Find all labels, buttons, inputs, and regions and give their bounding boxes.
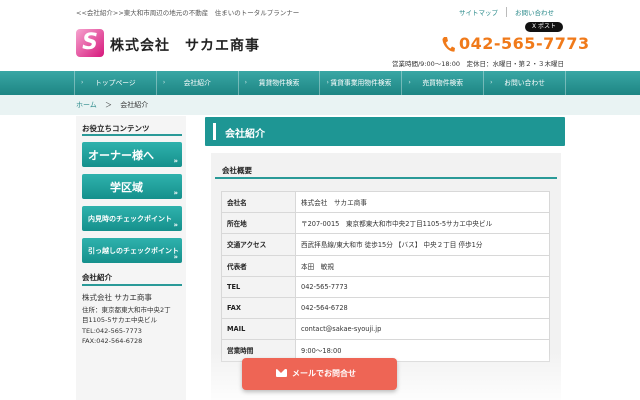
- divider: [215, 177, 557, 179]
- company-name[interactable]: 株式会社 サカエ商事: [110, 35, 260, 55]
- page-title: 会社紹介: [225, 129, 265, 140]
- chevron-right-icon: ›: [162, 79, 166, 86]
- owner-button-label: オーナー様へ: [88, 148, 154, 162]
- row-key: FAX: [221, 296, 296, 320]
- nav-item-contact[interactable]: › お問い合わせ: [483, 71, 566, 95]
- viewing-checkpoint-button-label: 内見時のチェックポイント: [88, 214, 172, 223]
- row-key: 交通アクセス: [221, 233, 296, 256]
- mail-contact-button-label: メールでお問合せ: [292, 369, 356, 378]
- nav-label: 賃貸物件検索: [258, 79, 300, 87]
- nav-label: 会社紹介: [183, 79, 211, 87]
- top-links: サイトマップ お問い合わせ: [451, 7, 562, 17]
- page-heading: 会社紹介: [205, 117, 565, 146]
- global-nav: › トップページ › 会社紹介 › 賃貸物件検索 › 賃貸事業用物件検索 › 売買物件検索…: [0, 71, 640, 95]
- breadcrumb: ホーム ＞ 会社紹介: [76, 100, 148, 110]
- sitemap-link[interactable]: サイトマップ: [451, 7, 506, 17]
- sidebar-tel: TEL:042-565-7773: [82, 326, 142, 335]
- breadcrumb-home[interactable]: ホーム: [76, 101, 97, 109]
- divider: [82, 134, 182, 136]
- nav-label: トップページ: [95, 79, 136, 87]
- double-arrow-icon: »: [173, 189, 178, 197]
- double-arrow-icon: »: [173, 157, 178, 165]
- x-post-button[interactable]: X ポスト: [525, 22, 563, 32]
- double-arrow-icon: »: [173, 221, 178, 229]
- chevron-right-icon: ›: [244, 79, 248, 86]
- chevron-right-icon: ›: [490, 79, 493, 86]
- row-key: 代表者: [221, 254, 296, 277]
- phone-number[interactable]: 042-565-7773: [459, 34, 590, 53]
- nav-item-sale-search[interactable]: › 売買物件検索: [401, 71, 483, 95]
- breadcrumb-separator: ＞: [105, 101, 113, 109]
- divider: [82, 284, 182, 286]
- sidebar-section-title: お役立ちコンテンツ: [82, 124, 150, 133]
- company-info-table: 会社名 株式会社 サカエ商事 所在地 〒207-0015 東京都東大和市中央2丁目1…: [221, 190, 550, 362]
- chevron-right-icon: ›: [81, 79, 84, 86]
- section-title: 会社概要: [222, 166, 252, 175]
- row-value: 本田 敏規: [295, 254, 550, 277]
- table-row: 所在地 〒207-0015 東京都東大和市中央2丁目1105-5サカエ中央ビル: [221, 212, 550, 235]
- sidebar-company-title: 会社紹介: [82, 273, 112, 282]
- row-value: 株式会社 サカエ商事: [295, 190, 550, 214]
- nav-label: 賃貸事業用物件検索: [330, 79, 392, 87]
- row-value: 042-564-6728: [295, 296, 550, 320]
- table-row: 交通アクセス 西武拝島線/東大和市 徒歩15分 【バス】 中央２丁目 停歩1分: [221, 233, 550, 256]
- table-row: FAX 042-564-6728: [221, 296, 550, 320]
- row-value-mail[interactable]: contact@sakae-syouji.jp: [295, 318, 550, 341]
- business-hours: 営業時間/9:00〜18:00 定休日：水曜日・第２・３木曜日: [391, 60, 564, 68]
- moving-checkpoint-button[interactable]: 引っ越しのチェックポイント »: [82, 238, 182, 263]
- nav-item-top[interactable]: › トップページ: [74, 71, 156, 95]
- chevron-right-icon: ›: [326, 79, 329, 86]
- nav-label: お問い合わせ: [504, 79, 545, 87]
- table-row: 会社名 株式会社 サカエ商事: [221, 190, 550, 214]
- table-row: TEL 042-565-7773: [221, 275, 550, 298]
- heading-accent-bar: [213, 123, 216, 140]
- row-value: 西武拝島線/東大和市 徒歩15分 【バス】 中央２丁目 停歩1分: [295, 233, 550, 256]
- viewing-checkpoint-button[interactable]: 内見時のチェックポイント »: [82, 206, 182, 231]
- school-district-button[interactable]: 学区域 »: [82, 174, 182, 199]
- nav-item-rental-search[interactable]: › 賃貸物件検索: [237, 71, 320, 95]
- double-arrow-icon: »: [173, 253, 178, 261]
- row-key: MAIL: [221, 318, 296, 341]
- row-value: 〒207-0015 東京都東大和市中央2丁目1105-5サカエ中央ビル: [295, 212, 550, 235]
- table-row: MAIL contact@sakae-syouji.jp: [221, 318, 550, 341]
- row-key: TEL: [221, 275, 296, 298]
- moving-checkpoint-button-label: 引っ越しのチェックポイント: [88, 246, 179, 255]
- sidebar-address-line1: 住所：東京都東大和市中央2丁: [82, 305, 171, 314]
- nav-label: 売買物件検索: [422, 79, 464, 87]
- breadcrumb-current: 会社紹介: [120, 101, 149, 109]
- sidebar-fade: [82, 348, 182, 400]
- row-key: 所在地: [221, 212, 296, 235]
- page: <<会社紹介>>東大和市周辺の地元の不動産 住まいのトータルプランナー サイトマ…: [0, 0, 640, 400]
- sidebar-company-info: 株式会社 サカエ商事 住所：東京都東大和市中央2丁 目1105-5サカエ中央ビル…: [82, 293, 184, 347]
- sidebar-company-name: 株式会社 サカエ商事: [82, 293, 152, 302]
- school-district-button-label: 学区域: [110, 180, 143, 194]
- nav-item-business-rental-search[interactable]: › 賃貸事業用物件検索: [319, 71, 401, 95]
- mail-contact-button[interactable]: メールでお問合せ: [242, 358, 397, 390]
- nav-item-company[interactable]: › 会社紹介: [155, 71, 238, 95]
- contact-top-link[interactable]: お問い合わせ: [506, 7, 562, 17]
- row-key: 会社名: [221, 190, 296, 214]
- row-value: 042-565-7773: [295, 275, 550, 298]
- company-logo[interactable]: S: [76, 29, 104, 57]
- sidebar-address-line2: 目1105-5サカエ中央ビル: [82, 316, 158, 324]
- sidebar-fax: FAX:042-564-6728: [82, 337, 143, 345]
- phone-icon: [442, 37, 455, 52]
- owner-button[interactable]: オーナー様へ »: [82, 142, 182, 167]
- chevron-right-icon: ›: [408, 79, 411, 86]
- envelope-icon: [276, 369, 287, 377]
- header-tagline: <<会社紹介>>東大和市周辺の地元の不動産 住まいのトータルプランナー: [76, 9, 300, 17]
- table-row: 代表者 本田 敏規: [221, 254, 550, 277]
